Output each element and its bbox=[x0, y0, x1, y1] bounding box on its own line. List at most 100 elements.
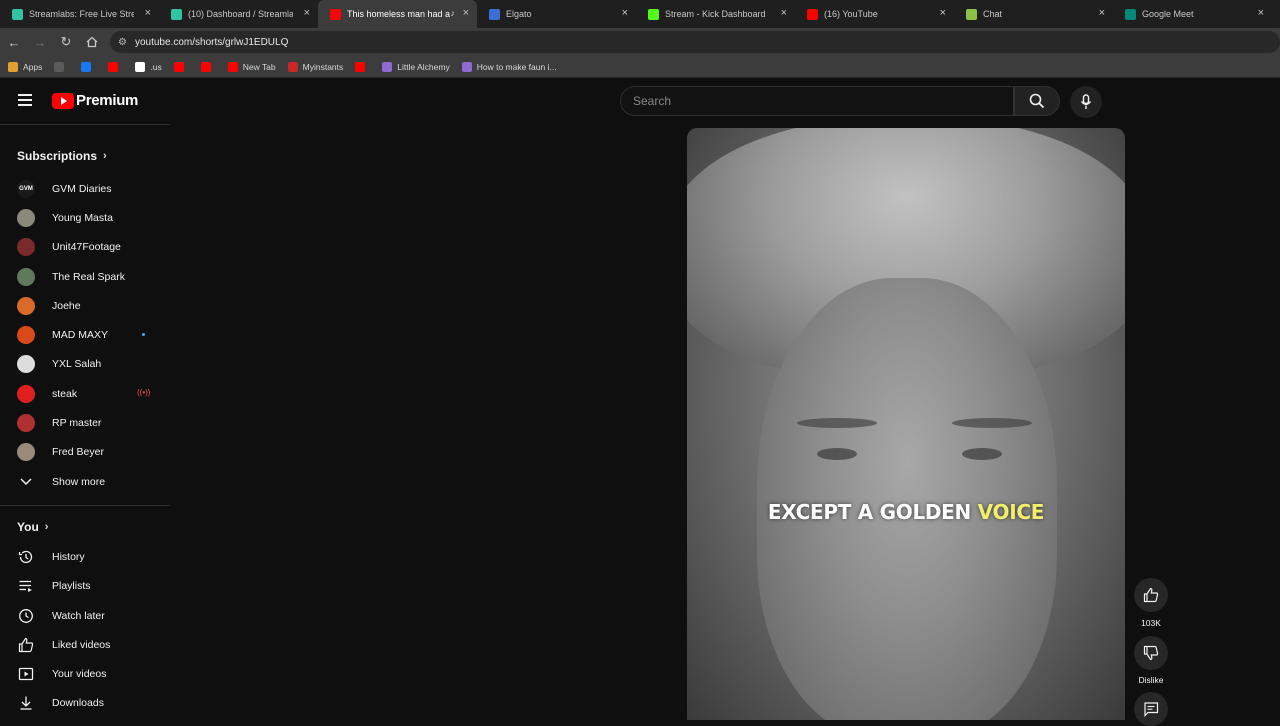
show-more-label: Show more bbox=[52, 475, 106, 488]
bookmark-item[interactable]: How to make faun i... bbox=[461, 61, 557, 72]
video-frame-eye bbox=[817, 448, 857, 460]
video-frame-face bbox=[757, 278, 1057, 720]
subscription-item[interactable]: steak ((•)) bbox=[0, 379, 170, 408]
subscription-item[interactable]: Fred Beyer bbox=[0, 438, 170, 467]
home-button[interactable] bbox=[80, 30, 104, 54]
close-icon[interactable]: × bbox=[145, 8, 151, 19]
comments-button[interactable] bbox=[1134, 692, 1168, 726]
you-item-downloads[interactable]: Downloads bbox=[0, 689, 170, 718]
channel-avatar bbox=[17, 296, 35, 315]
caption-main-text: EXCEPT A GOLDEN bbox=[767, 500, 971, 524]
tab-title: (16) YouTube bbox=[824, 9, 878, 19]
browser-tab[interactable]: This homeless man had a G ♪ × bbox=[318, 0, 477, 28]
you-item-your-videos[interactable]: Your videos bbox=[0, 659, 170, 688]
subscription-item[interactable]: Young Masta bbox=[0, 203, 170, 232]
youtube-icon bbox=[200, 61, 211, 72]
browser-tab[interactable]: (16) YouTube × bbox=[795, 0, 954, 28]
close-icon[interactable]: × bbox=[781, 8, 787, 19]
close-icon[interactable]: × bbox=[940, 8, 946, 19]
you-item-playlists[interactable]: Playlists bbox=[0, 572, 170, 601]
show-more-button[interactable]: Show more bbox=[0, 467, 170, 496]
search-input[interactable]: Search bbox=[620, 86, 1014, 116]
browser-toolbar: ← → ↻ ⚙ youtube.com/shorts/grlwJ1EDULQ bbox=[0, 28, 1280, 56]
channel-avatar bbox=[17, 267, 35, 286]
tab-title: Google Meet bbox=[1142, 9, 1194, 19]
bookmark-item[interactable] bbox=[108, 61, 123, 72]
browser-tab[interactable]: Google Meet × bbox=[1113, 0, 1272, 28]
arrow-left-icon: ← bbox=[7, 34, 21, 50]
chat-icon bbox=[966, 8, 977, 20]
close-icon[interactable]: × bbox=[463, 8, 469, 19]
shorts-video-player[interactable]: EXCEPT A GOLDEN VOICE bbox=[687, 128, 1125, 720]
bookmark-item[interactable] bbox=[173, 61, 189, 72]
bookmark-item[interactable] bbox=[200, 61, 216, 72]
site-info-icon[interactable]: ⚙ bbox=[118, 37, 127, 48]
menu-icon-bar bbox=[18, 99, 32, 101]
channel-avatar: GVM bbox=[17, 179, 35, 198]
bookmark-item[interactable]: Apps bbox=[8, 61, 42, 72]
close-icon[interactable]: × bbox=[1099, 8, 1105, 19]
bookmark-item[interactable] bbox=[54, 61, 69, 72]
youtube-premium-logo[interactable]: Premium bbox=[52, 92, 138, 109]
bookmark-item[interactable]: Little Alchemy bbox=[382, 61, 450, 72]
new-content-dot-icon bbox=[142, 333, 145, 337]
browser-tab[interactable]: (10) Dashboard / Streamlabs × bbox=[159, 0, 318, 28]
microphone-icon bbox=[1080, 94, 1092, 109]
bookmark-item[interactable]: Myinstants bbox=[287, 61, 343, 72]
bookmarks-bar: Apps .us New Tab Myinstants Little Alchemy Ho… bbox=[0, 56, 1280, 78]
search-button[interactable] bbox=[1014, 86, 1060, 116]
close-icon[interactable]: × bbox=[622, 8, 628, 19]
youtube-icon bbox=[330, 8, 341, 20]
reload-button[interactable]: ↻ bbox=[54, 30, 78, 54]
menu-icon-bar bbox=[18, 94, 32, 96]
download-icon bbox=[17, 694, 35, 712]
you-header[interactable]: You › bbox=[0, 512, 170, 542]
subscription-item[interactable]: RP master bbox=[0, 408, 170, 437]
forward-button[interactable]: → bbox=[28, 30, 52, 54]
you-item-liked-videos[interactable]: Liked videos bbox=[0, 630, 170, 659]
facebook-icon bbox=[81, 61, 92, 72]
search-placeholder: Search bbox=[633, 94, 672, 108]
close-icon[interactable]: × bbox=[304, 8, 310, 19]
close-icon[interactable]: × bbox=[1258, 8, 1264, 19]
guide-menu-button[interactable] bbox=[18, 94, 34, 108]
subscription-item[interactable]: Joehe bbox=[0, 291, 170, 320]
speaker-icon[interactable]: ♪ bbox=[451, 8, 456, 18]
address-bar[interactable]: ⚙ youtube.com/shorts/grlwJ1EDULQ bbox=[110, 31, 1280, 53]
you-item-label: Playlists bbox=[52, 580, 91, 593]
voice-search-button[interactable] bbox=[1070, 86, 1102, 118]
you-item-watch-later[interactable]: Watch later bbox=[0, 601, 170, 630]
youtube-icon bbox=[807, 8, 818, 20]
video-frame-brow bbox=[952, 418, 1032, 428]
back-button[interactable]: ← bbox=[2, 30, 26, 54]
channel-avatar bbox=[17, 355, 35, 374]
browser-tab[interactable]: Elgato × bbox=[477, 0, 636, 28]
you-item-history[interactable]: History bbox=[0, 542, 170, 571]
sidebar-divider bbox=[0, 124, 170, 125]
chevron-right-icon: › bbox=[103, 150, 107, 162]
youtube-masthead: Premium Search bbox=[0, 78, 1280, 124]
subscription-item[interactable]: MAD MAXY bbox=[0, 320, 170, 349]
subscription-item[interactable]: GVM GVM Diaries bbox=[0, 174, 170, 203]
subscriptions-list: GVM GVM Diaries Young Masta Unit47Footage Th… bbox=[0, 174, 170, 467]
subscription-item[interactable]: YXL Salah bbox=[0, 350, 170, 379]
video-caption: EXCEPT A GOLDEN VOICE bbox=[687, 500, 1125, 524]
tab-title: This homeless man had a G bbox=[347, 9, 452, 19]
channel-avatar bbox=[17, 326, 35, 345]
bookmark-item[interactable]: .us bbox=[135, 61, 162, 72]
browser-tab[interactable]: Stream - Kick Dashboard × bbox=[636, 0, 795, 28]
like-button[interactable] bbox=[1134, 578, 1168, 612]
subscription-item[interactable]: The Real Spark bbox=[0, 262, 170, 291]
channel-avatar bbox=[17, 238, 35, 257]
subscriptions-header[interactable]: Subscriptions › bbox=[0, 138, 170, 174]
bookmark-item[interactable] bbox=[355, 61, 370, 72]
browser-tab[interactable]: Streamlabs: Free Live Streaming × bbox=[0, 0, 159, 28]
bookmark-item[interactable]: New Tab bbox=[227, 61, 276, 72]
dislike-button[interactable] bbox=[1134, 636, 1168, 670]
bookmark-label: New Tab bbox=[242, 61, 276, 72]
bookmark-item[interactable] bbox=[81, 61, 96, 72]
subscription-item[interactable]: Unit47Footage bbox=[0, 233, 170, 262]
browser-tab[interactable]: Chat × bbox=[954, 0, 1113, 28]
youtube-icon bbox=[227, 61, 238, 72]
channel-name: MAD MAXY bbox=[52, 329, 109, 342]
